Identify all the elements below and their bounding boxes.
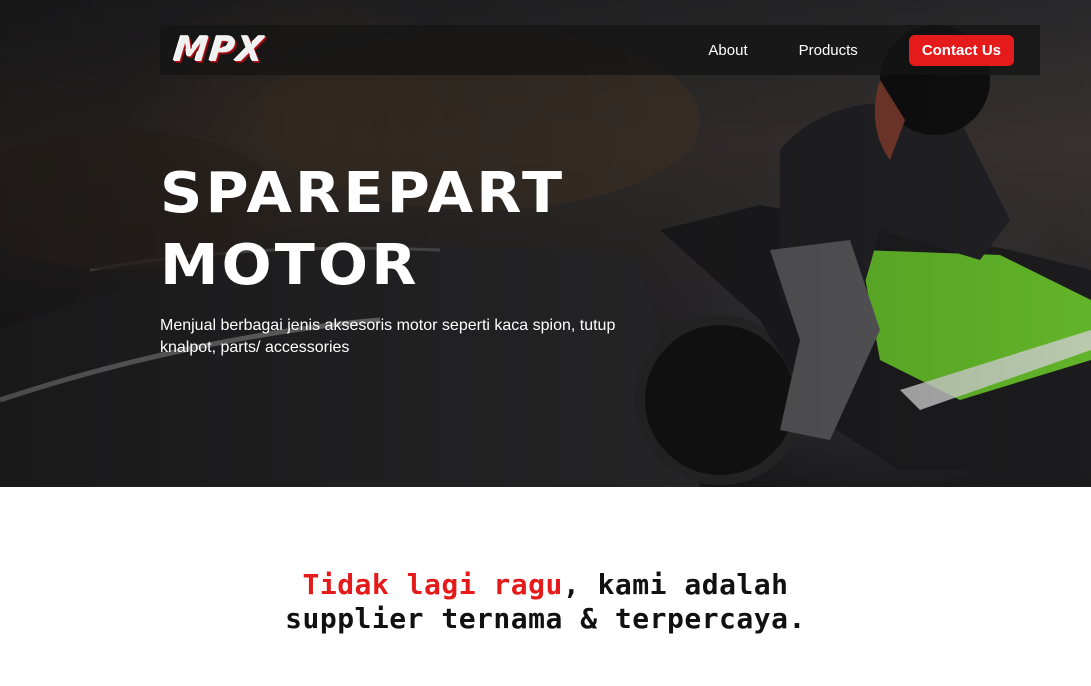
hero-section: MPX About Products Contact Us SPAREPART …	[0, 0, 1091, 487]
nav-link-products[interactable]: Products	[799, 42, 858, 59]
hero-title: SPAREPART MOTOR	[160, 158, 565, 302]
brand-logo[interactable]: MPX	[172, 30, 267, 70]
nav-link-about[interactable]: About	[708, 42, 747, 59]
contact-us-button[interactable]: Contact Us	[908, 34, 1014, 66]
hero-description: Menjual berbagai jenis aksesoris motor s…	[160, 317, 616, 356]
hero-title-line1: SPAREPART	[160, 161, 566, 226]
tagline-highlight: Tidak lagi ragu	[302, 568, 563, 601]
tagline-line2: supplier ternama & terpercaya.	[285, 602, 806, 635]
tagline-line1-rest: , kami adalah	[562, 568, 789, 601]
tagline-heading: Tidak lagi ragu, kami adalah supplier te…	[0, 568, 1091, 636]
navbar: MPX About Products Contact Us	[160, 25, 1040, 75]
nav-links: About Products Contact Us	[708, 34, 1014, 66]
hero-title-line2: MOTOR	[160, 233, 420, 298]
